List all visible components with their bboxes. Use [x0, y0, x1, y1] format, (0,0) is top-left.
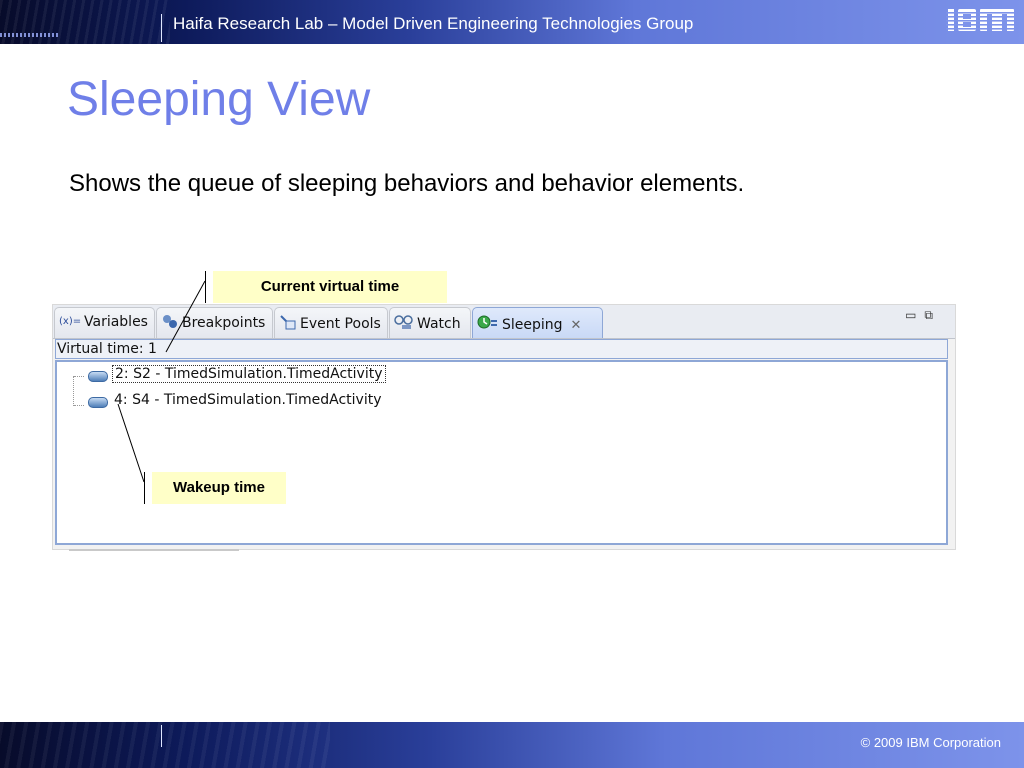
- variables-icon: (x)=: [59, 314, 81, 330]
- watch-icon: [394, 314, 414, 334]
- current-virtual-time-callout: Current virtual time: [213, 271, 447, 303]
- ibm-logo: [946, 9, 1016, 31]
- view-tab-bar: (x)= Variables Breakpoints Event Pools W…: [53, 305, 955, 339]
- breakpoints-icon: [161, 314, 179, 332]
- horizontal-scrollbar[interactable]: [69, 549, 239, 551]
- sleeping-view-panel: (x)= Variables Breakpoints Event Pools W…: [52, 304, 956, 551]
- behavior-icon: [88, 371, 108, 382]
- virtual-time-label: Virtual time: 1: [55, 339, 948, 359]
- footer-separator: [161, 725, 162, 747]
- header-decoration: [0, 0, 170, 44]
- tab-label: Watch: [417, 316, 461, 332]
- close-icon[interactable]: ✕: [571, 318, 582, 333]
- tab-label: Sleeping: [502, 317, 563, 333]
- list-item[interactable]: 2: S2 - TimedSimulation.TimedActivity: [88, 365, 386, 386]
- footer-bar: © 2009 IBM Corporation: [0, 722, 1024, 768]
- header-bar: Haifa Research Lab – Model Driven Engine…: [0, 0, 1024, 44]
- slide-subtitle: Shows the queue of sleeping behaviors an…: [69, 170, 745, 197]
- tab-breakpoints[interactable]: Breakpoints: [156, 307, 273, 338]
- callout-bracket: [144, 472, 145, 504]
- footer-decoration: [0, 722, 330, 768]
- slide-title: Sleeping View: [67, 73, 371, 126]
- sleeping-tree: 2: S2 - TimedSimulation.TimedActivity 4:…: [55, 360, 948, 545]
- header-separator: [161, 14, 162, 42]
- tab-variables[interactable]: (x)= Variables: [54, 307, 155, 338]
- tab-label: Event Pools: [300, 316, 381, 332]
- copyright-text: © 2009 IBM Corporation: [860, 735, 1001, 750]
- tab-label: Variables: [84, 314, 148, 330]
- header-dots: [0, 33, 60, 37]
- tab-event-pools[interactable]: Event Pools: [274, 307, 388, 338]
- maximize-icon[interactable]: ⧉: [924, 308, 941, 322]
- event-pools-icon: [279, 314, 297, 334]
- tab-label: Breakpoints: [182, 315, 266, 331]
- callout-bracket: [205, 271, 206, 303]
- tab-watch[interactable]: Watch: [389, 307, 471, 338]
- minimize-icon[interactable]: ▭: [905, 308, 924, 322]
- window-controls: ▭⧉: [905, 308, 941, 323]
- behavior-icon: [88, 397, 108, 408]
- tab-sleeping[interactable]: Sleeping ✕: [472, 307, 603, 338]
- svg-text:(x)=: (x)=: [59, 316, 81, 326]
- wakeup-time-callout: Wakeup time: [152, 472, 286, 504]
- header-title: Haifa Research Lab – Model Driven Engine…: [173, 14, 694, 33]
- sleeping-icon: [477, 314, 499, 336]
- list-item[interactable]: 4: S4 - TimedSimulation.TimedActivity: [88, 392, 384, 412]
